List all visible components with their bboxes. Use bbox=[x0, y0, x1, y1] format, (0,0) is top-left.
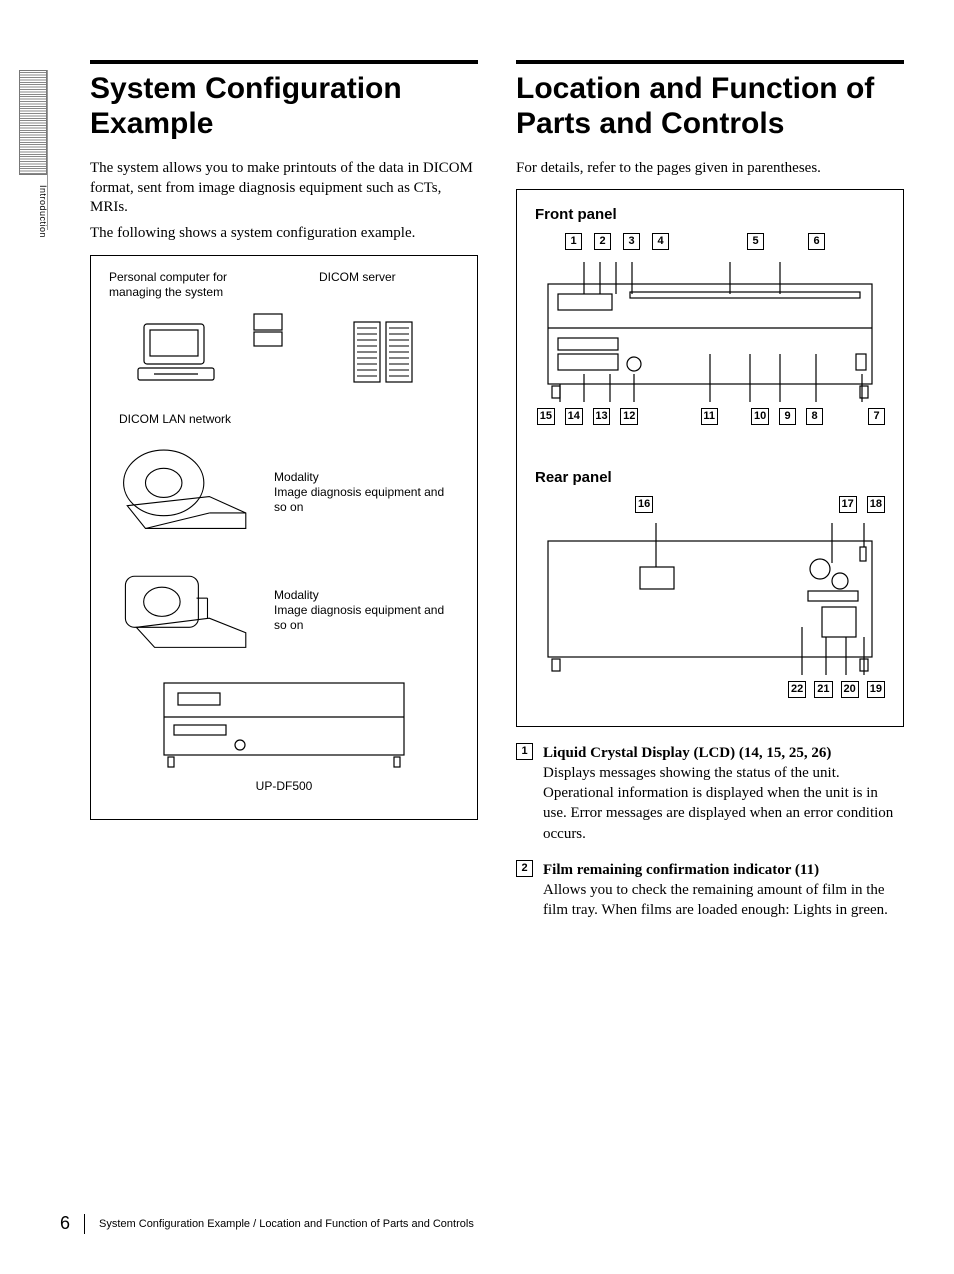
callout-box: 3 bbox=[623, 233, 640, 250]
tab-label: Introduction bbox=[38, 185, 48, 238]
callout-box: 18 bbox=[867, 496, 885, 513]
left-column: System Configuration Example The system … bbox=[90, 60, 478, 921]
callout-number: 1 bbox=[516, 743, 533, 760]
panels-figure: Front panel 1 2 3 4 5 6 bbox=[516, 189, 904, 727]
callout-box: 4 bbox=[652, 233, 669, 250]
callout-box: 10 bbox=[751, 408, 769, 425]
callout-box: 19 bbox=[867, 681, 885, 698]
callout-box: 5 bbox=[747, 233, 764, 250]
front-panel-illustration bbox=[540, 254, 880, 404]
right-column: Location and Function of Parts and Contr… bbox=[516, 60, 904, 921]
page-number: 6 bbox=[60, 1213, 70, 1234]
lan-caption: DICOM LAN network bbox=[119, 412, 459, 427]
item-title: Liquid Crystal Display (LCD) (14, 15, 25… bbox=[543, 745, 831, 761]
section-heading-right: Location and Function of Parts and Contr… bbox=[516, 72, 904, 141]
printer-illustration bbox=[154, 673, 414, 773]
callout-box: 12 bbox=[620, 408, 638, 425]
footer-divider bbox=[84, 1214, 85, 1234]
callout-box: 21 bbox=[814, 681, 832, 698]
callout-box: 15 bbox=[537, 408, 555, 425]
product-caption: UP-DF500 bbox=[109, 779, 459, 793]
intro-para-1: The system allows you to make printouts … bbox=[90, 159, 478, 218]
modality2-label-b: Image diagnosis equipment and so on bbox=[274, 603, 459, 633]
callout-box: 1 bbox=[565, 233, 582, 250]
system-config-figure: Personal computer for managing the syste… bbox=[90, 255, 478, 820]
rear-panel-title: Rear panel bbox=[535, 469, 885, 486]
footer-text: System Configuration Example / Location … bbox=[99, 1218, 474, 1230]
intro-para-2: The following shows a system configurati… bbox=[90, 224, 478, 244]
callout-box: 6 bbox=[808, 233, 825, 250]
callout-box: 16 bbox=[635, 496, 653, 513]
section-rule bbox=[516, 60, 904, 64]
server-caption: DICOM server bbox=[319, 270, 459, 300]
item-body: Displays messages showing the status of … bbox=[543, 765, 893, 842]
tab-hatch bbox=[19, 70, 47, 175]
right-intro: For details, refer to the pages given in… bbox=[516, 159, 904, 179]
callout-box: 7 bbox=[868, 408, 885, 425]
rear-panel-illustration bbox=[540, 517, 880, 677]
item-body: Allows you to check the remaining amount… bbox=[543, 882, 888, 918]
chapter-tab: Introduction bbox=[18, 70, 48, 230]
callout-box: 11 bbox=[701, 408, 718, 425]
front-panel-title: Front panel bbox=[535, 206, 885, 223]
modality1-label-a: Modality bbox=[274, 470, 459, 485]
ct-scanner-illustration-1 bbox=[109, 437, 264, 547]
callout-box: 22 bbox=[788, 681, 806, 698]
callout-box: 9 bbox=[779, 408, 796, 425]
callout-box: 13 bbox=[593, 408, 611, 425]
modality2-label-a: Modality bbox=[274, 588, 459, 603]
pc-server-illustration bbox=[124, 304, 444, 404]
callout-box: 17 bbox=[839, 496, 857, 513]
callout-item-1: 1 Liquid Crystal Display (LCD) (14, 15, … bbox=[516, 743, 904, 844]
callout-box: 14 bbox=[565, 408, 583, 425]
ct-scanner-illustration-2 bbox=[109, 555, 264, 665]
section-rule bbox=[90, 60, 478, 64]
callout-box: 2 bbox=[594, 233, 611, 250]
modality1-label-b: Image diagnosis equipment and so on bbox=[274, 485, 459, 515]
item-title: Film remaining confirmation indicator (1… bbox=[543, 862, 819, 878]
callout-box: 20 bbox=[841, 681, 859, 698]
section-heading-left: System Configuration Example bbox=[90, 72, 478, 141]
callout-box: 8 bbox=[806, 408, 823, 425]
callout-number: 2 bbox=[516, 860, 533, 877]
pc-caption: Personal computer for managing the syste… bbox=[109, 270, 277, 300]
page-footer: 6 System Configuration Example / Locatio… bbox=[60, 1213, 474, 1234]
callout-item-2: 2 Film remaining confirmation indicator … bbox=[516, 860, 904, 921]
